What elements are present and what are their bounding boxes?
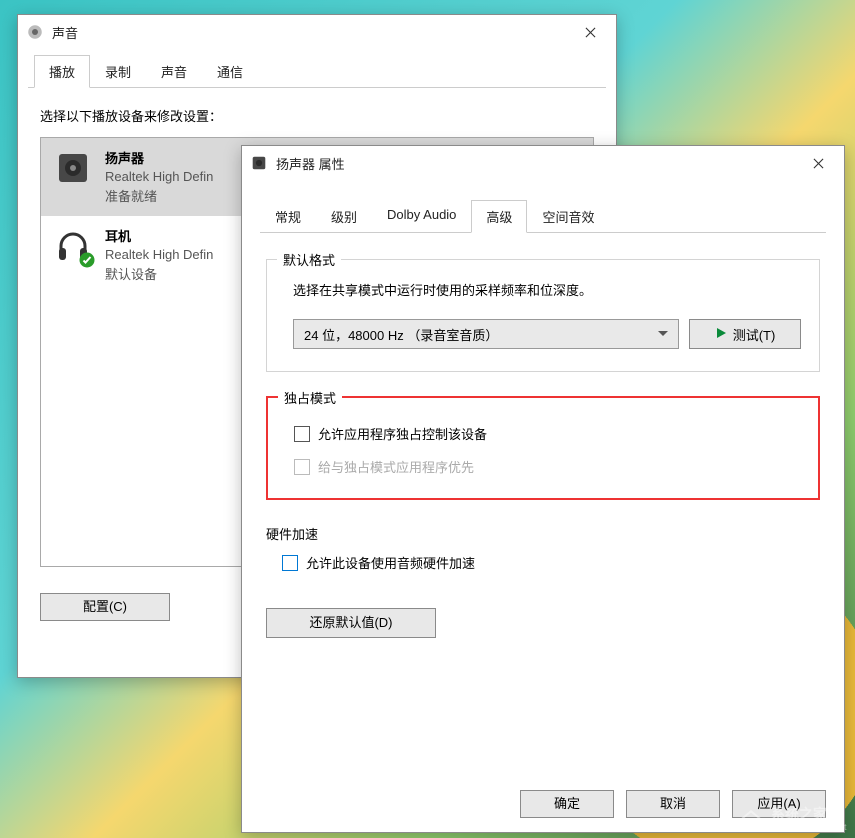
hardware-accel-legend: 硬件加速 <box>266 524 820 543</box>
tab-general[interactable]: 常规 <box>260 200 316 232</box>
sample-format-selected: 24 位，48000 Hz （录音室音质） <box>304 325 498 344</box>
checkbox-label: 给与独占模式应用程序优先 <box>318 457 474 476</box>
tab-playback[interactable]: 播放 <box>34 55 90 88</box>
device-driver: Realtek High Defin <box>105 167 213 187</box>
props-tabs: 常规 级别 Dolby Audio 高级 空间音效 <box>260 200 826 233</box>
checkbox-label: 允许应用程序独占控制该设备 <box>318 424 487 443</box>
checkbox-icon <box>282 555 298 571</box>
speaker-icon <box>53 148 93 188</box>
checkbox-label: 允许此设备使用音频硬件加速 <box>306 553 475 572</box>
device-driver: Realtek High Defin <box>105 245 213 265</box>
sound-titlebar[interactable]: 声音 <box>18 15 616 49</box>
tab-levels[interactable]: 级别 <box>316 200 372 232</box>
tab-communications[interactable]: 通信 <box>202 55 258 87</box>
tab-dolby[interactable]: Dolby Audio <box>372 200 471 232</box>
sound-icon <box>26 23 44 41</box>
device-name: 耳机 <box>105 226 213 245</box>
apply-button[interactable]: 应用(A) <box>732 790 826 818</box>
sound-window-title: 声音 <box>52 23 572 42</box>
device-text: 扬声器 Realtek High Defin 准备就绪 <box>105 148 213 206</box>
device-status: 准备就绪 <box>105 187 213 207</box>
ok-button[interactable]: 确定 <box>520 790 614 818</box>
props-icon <box>250 154 268 172</box>
tab-recording[interactable]: 录制 <box>90 55 146 87</box>
default-format-legend: 默认格式 <box>277 250 341 269</box>
checkbox-icon <box>294 426 310 442</box>
default-format-description: 选择在共享模式中运行时使用的采样频率和位深度。 <box>293 280 801 299</box>
tab-sounds[interactable]: 声音 <box>146 55 202 87</box>
restore-defaults-button[interactable]: 还原默认值(D) <box>266 608 436 638</box>
default-format-group: 默认格式 选择在共享模式中运行时使用的采样频率和位深度。 24 位，48000 … <box>266 259 820 372</box>
headphones-icon <box>53 226 93 266</box>
cancel-button[interactable]: 取消 <box>626 790 720 818</box>
props-button-row: 确定 取消 应用(A) <box>520 790 826 818</box>
props-window-title: 扬声器 属性 <box>276 154 800 173</box>
device-text: 耳机 Realtek High Defin 默认设备 <box>105 226 213 284</box>
close-button[interactable] <box>572 18 608 46</box>
speaker-properties-window: 扬声器 属性 常规 级别 Dolby Audio 高级 空间音效 默认格式 选择… <box>241 145 845 833</box>
sound-tabs: 播放 录制 声音 通信 <box>28 53 606 88</box>
tab-spatial[interactable]: 空间音效 <box>527 200 609 232</box>
close-button[interactable] <box>800 149 836 177</box>
play-icon <box>715 327 727 342</box>
exclusive-mode-group: 独占模式 允许应用程序独占控制该设备 给与独占模式应用程序优先 <box>266 396 820 500</box>
checkbox-exclusive-priority: 给与独占模式应用程序优先 <box>294 457 800 476</box>
checkbox-icon <box>294 459 310 475</box>
device-name: 扬声器 <box>105 148 213 167</box>
test-button[interactable]: 测试(T) <box>689 319 801 349</box>
checkbox-hardware-accel[interactable]: 允许此设备使用音频硬件加速 <box>282 553 820 572</box>
tab-advanced[interactable]: 高级 <box>471 200 527 233</box>
device-status: 默认设备 <box>105 265 213 285</box>
props-titlebar[interactable]: 扬声器 属性 <box>242 146 844 180</box>
exclusive-mode-legend: 独占模式 <box>278 388 342 407</box>
hardware-accel-group: 硬件加速 允许此设备使用音频硬件加速 <box>266 524 820 572</box>
checkbox-allow-exclusive[interactable]: 允许应用程序独占控制该设备 <box>294 424 800 443</box>
restore-row: 还原默认值(D) <box>266 608 820 638</box>
instruction-text: 选择以下播放设备来修改设置： <box>40 106 594 125</box>
sample-format-select[interactable]: 24 位，48000 Hz （录音室音质） <box>293 319 679 349</box>
test-button-label: 测试(T) <box>733 325 776 344</box>
configure-button[interactable]: 配置(C) <box>40 593 170 621</box>
props-content: 默认格式 选择在共享模式中运行时使用的采样频率和位深度。 24 位，48000 … <box>242 233 844 660</box>
